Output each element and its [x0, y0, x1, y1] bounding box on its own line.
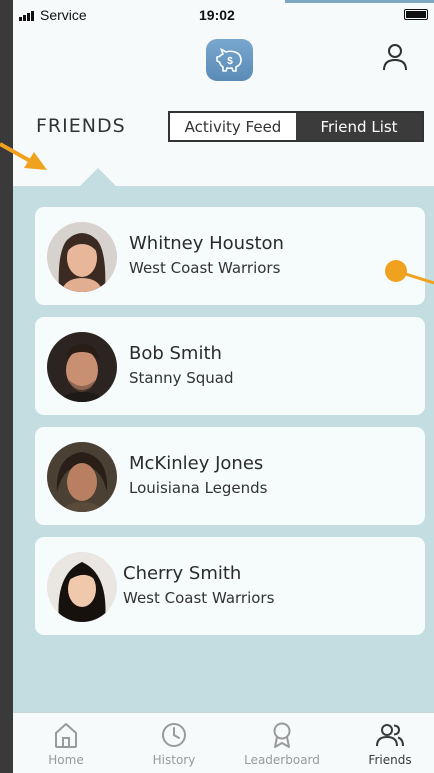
friend-card[interactable]: Whitney Houston West Coast Warriors	[35, 207, 425, 305]
carrier-name: Service	[40, 7, 87, 23]
award-icon	[273, 722, 291, 748]
profile-button[interactable]	[381, 42, 409, 72]
view-toggle: Activity Feed Friend List	[168, 111, 424, 142]
home-icon	[55, 723, 77, 748]
friend-team: West Coast Warriors	[123, 589, 275, 607]
phone-screen: Service 19:02 $ FRIENDS Activity Feed Fr…	[13, 0, 434, 773]
app-logo: $	[206, 39, 253, 81]
friend-list: Whitney Houston West Coast Warriors Bob …	[35, 207, 425, 647]
tab-home[interactable]: Home	[21, 721, 111, 773]
user-icon	[383, 44, 407, 71]
tab-leaderboard[interactable]: Leaderboard	[237, 721, 327, 773]
signal-icon	[19, 11, 34, 21]
users-icon	[376, 724, 404, 747]
tab-friend-list[interactable]: Friend List	[296, 113, 422, 140]
friend-card[interactable]: Cherry Smith West Coast Warriors	[35, 537, 425, 635]
svg-text:$: $	[227, 56, 233, 67]
battery-icon	[404, 9, 428, 20]
piggy-bank-dollar-icon: $	[215, 48, 242, 72]
friend-name: Whitney Houston	[129, 233, 284, 254]
avatar	[47, 552, 117, 622]
avatar	[47, 332, 117, 402]
friend-name: Cherry Smith	[123, 563, 242, 584]
tab-activity-feed[interactable]: Activity Feed	[170, 113, 296, 140]
friend-card[interactable]: McKinley Jones Louisiana Legends	[35, 427, 425, 525]
friend-name: Bob Smith	[129, 343, 222, 364]
tab-label: History	[152, 753, 196, 767]
status-time: 19:02	[199, 7, 235, 23]
friend-card[interactable]: Bob Smith Stanny Squad	[35, 317, 425, 415]
friend-team: West Coast Warriors	[129, 259, 281, 277]
avatar	[47, 222, 117, 292]
friends-panel: Whitney Houston West Coast Warriors Bob …	[13, 186, 434, 712]
annotation-marker	[384, 259, 434, 289]
status-bar: Service 19:02	[13, 0, 434, 30]
friend-team: Stanny Squad	[129, 369, 234, 387]
tab-friends[interactable]: Friends	[345, 721, 434, 773]
tab-label: Home	[48, 753, 84, 767]
page-title: FRIENDS	[36, 115, 126, 137]
annotation-arrow	[0, 138, 50, 178]
tab-label: Friends	[368, 753, 412, 767]
panel-pointer	[80, 168, 116, 186]
clock-icon	[162, 723, 186, 747]
tab-label: Leaderboard	[244, 753, 320, 767]
friend-name: McKinley Jones	[129, 453, 264, 474]
bottom-tab-bar: Home History Leaderboard Friends	[13, 712, 434, 773]
avatar	[47, 442, 117, 512]
tab-history[interactable]: History	[129, 721, 219, 773]
friend-team: Louisiana Legends	[129, 479, 268, 497]
